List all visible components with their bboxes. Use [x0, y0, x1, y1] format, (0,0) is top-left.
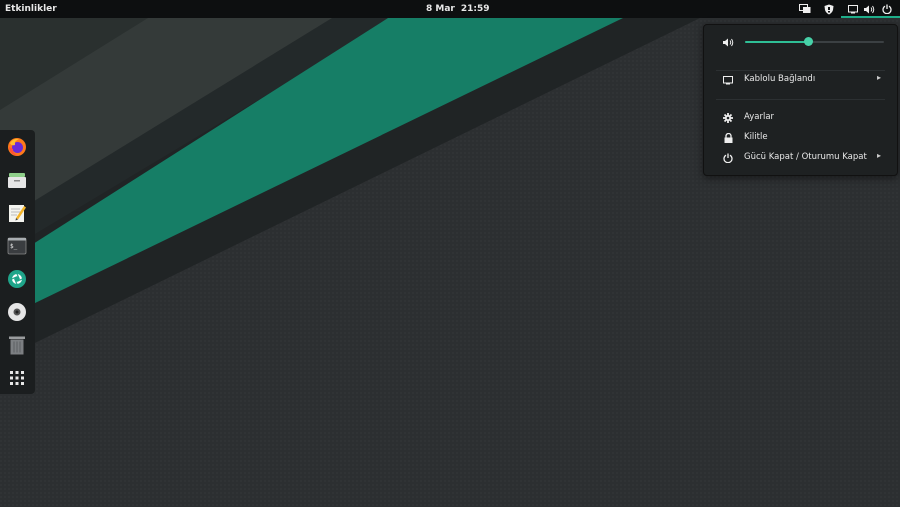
- activities-button[interactable]: Etkinlikler: [5, 4, 57, 14]
- volume-slider-fill: [745, 41, 808, 43]
- clock-date: 8 Mar: [426, 4, 455, 14]
- terminal-icon[interactable]: $_: [6, 235, 28, 257]
- network-label: Kablolu Bağlandı: [744, 74, 816, 84]
- show-apps-grid-icon[interactable]: [6, 367, 28, 389]
- menu-separator: [716, 99, 885, 100]
- power-label: Gücü Kapat / Oturumu Kapat: [744, 152, 867, 162]
- gear-icon: [722, 112, 734, 124]
- top-panel: Etkinlikler 8 Mar 21:59: [0, 0, 900, 18]
- trash-icon[interactable]: [6, 334, 28, 356]
- volume-slider[interactable]: [745, 37, 884, 46]
- lock-label: Kilitle: [744, 132, 768, 142]
- volume-icon: [722, 36, 734, 48]
- settings-menu-item[interactable]: Ayarlar: [704, 110, 897, 126]
- display-switch-icon[interactable]: [798, 0, 812, 18]
- network-menu-item[interactable]: Kablolu Bağlandı ▸: [704, 72, 897, 88]
- shield-icon[interactable]: [822, 0, 836, 18]
- clock-button[interactable]: 8 Mar 21:59: [426, 4, 496, 14]
- text-editor-icon[interactable]: [6, 202, 28, 224]
- firefox-icon[interactable]: [6, 136, 28, 158]
- volume-icon: [863, 0, 875, 18]
- system-status-group[interactable]: [841, 0, 900, 18]
- svg-text:$_: $_: [10, 243, 18, 250]
- volume-slider-handle[interactable]: [803, 37, 813, 46]
- chevron-right-icon: ▸: [877, 73, 882, 82]
- settings-label: Ayarlar: [744, 112, 775, 122]
- dash-dock: $_: [0, 130, 35, 394]
- menu-separator: [716, 70, 885, 71]
- network-wired-icon: [847, 0, 859, 18]
- power-menu-item[interactable]: Gücü Kapat / Oturumu Kapat ▸: [704, 150, 897, 166]
- lock-icon: [722, 132, 734, 144]
- network-wired-icon: [722, 74, 734, 86]
- disc-icon[interactable]: [6, 301, 28, 323]
- chevron-right-icon: ▸: [877, 151, 882, 160]
- system-menu: Kablolu Bağlandı ▸ Ayarlar Kilitle Gücü …: [703, 24, 898, 176]
- lock-menu-item[interactable]: Kilitle: [704, 130, 897, 146]
- power-icon: [881, 0, 893, 18]
- camera-app-icon[interactable]: [6, 268, 28, 290]
- power-icon: [722, 152, 734, 164]
- file-manager-icon[interactable]: [6, 169, 28, 191]
- clock-time: 21:59: [460, 4, 490, 14]
